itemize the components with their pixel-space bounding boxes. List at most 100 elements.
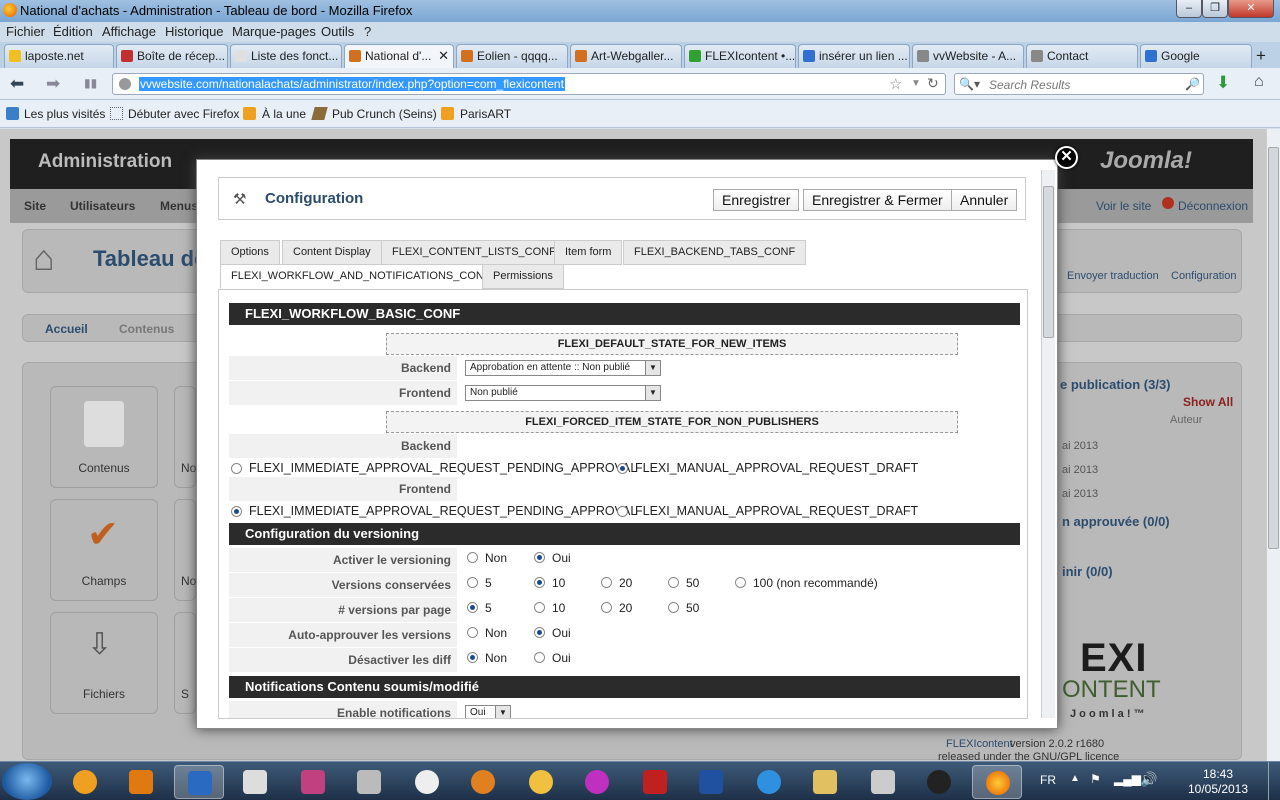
network-icon[interactable]: ▂▄▆ [1114,772,1141,786]
kept-10-radio[interactable] [534,577,545,588]
menu-outils[interactable]: Outils [321,24,354,39]
diff-oui-radio[interactable] [534,652,545,663]
word-icon[interactable] [686,765,736,799]
page-scroll-thumb[interactable] [1268,147,1279,549]
new-tab-icon[interactable]: + [1256,46,1266,66]
tab-item-form[interactable]: Item form [554,240,623,265]
browser-tab[interactable]: Eolien - qqqq... [456,44,568,68]
browser-tab[interactable]: Contact [1026,44,1138,68]
tray-arrow-icon[interactable]: ▲ [1070,773,1080,784]
versioning-oui-radio[interactable] [534,552,545,563]
menu-marque-pages[interactable]: Marque-pages [232,24,316,39]
subnav-accueil[interactable]: Accueil [45,322,88,336]
taskbar-app-icon[interactable] [458,765,508,799]
blackberry-icon[interactable] [914,765,964,799]
browser-tab[interactable]: vvWebsite - A... [912,44,1024,68]
maximize-icon[interactable]: ❐ [1202,0,1228,18]
url-bar[interactable]: vvwebsite.com/nationalachats/administrat… [112,73,946,95]
modal-scroll-thumb[interactable] [1043,186,1054,338]
kept-20-radio[interactable] [601,577,612,588]
diff-non-radio[interactable] [467,652,478,663]
reload-icon[interactable]: ↻ [927,75,939,92]
icon-champs[interactable]: ✔ Champs [50,499,158,601]
taskbar-app-icon[interactable] [344,765,394,799]
home-icon[interactable]: ⌂ [1254,73,1264,91]
start-button[interactable] [2,763,52,800]
page-scrollbar[interactable] [1266,129,1280,761]
modal-scrollbar[interactable] [1041,170,1055,718]
bookmark-star-icon[interactable]: ☆ [889,75,902,93]
forward-arrow-icon[interactable]: ➡ [46,74,60,94]
kept-50-radio[interactable] [668,577,679,588]
menu-edition[interactable]: Édition [53,24,93,39]
taskbar-app-icon[interactable] [230,765,280,799]
admin-menu-menus[interactable]: Menus [160,199,198,213]
back-arrow-icon[interactable]: ⬅ [10,74,24,94]
taskbar-app-icon[interactable] [60,765,110,799]
bookmark-parisart[interactable]: ParisART [460,107,511,121]
window-close-icon[interactable]: ✕ [1228,0,1274,18]
perpage-20-radio[interactable] [601,602,612,613]
clock[interactable]: 18:43 10/05/2013 [1172,767,1264,797]
browser-tab[interactable]: insérer un lien ... [798,44,910,68]
search-engine-icon[interactable]: 🔍▾ [959,77,980,91]
backend-manual-radio[interactable] [617,463,628,474]
backend-immediate-radio[interactable] [231,463,242,474]
autoapprove-oui-radio[interactable] [534,627,545,638]
perpage-50-radio[interactable] [668,602,679,613]
admin-menu-site[interactable]: Site [24,199,46,213]
tab-backend-tabs[interactable]: FLEXI_BACKEND_TABS_CONF [623,240,807,265]
perpage-5-radio[interactable] [467,602,478,613]
perpage-10-radio[interactable] [534,602,545,613]
url-text[interactable]: vvwebsite.com/nationalachats/administrat… [139,77,565,91]
kept-100-radio[interactable] [735,577,746,588]
bookmark-a-la-une[interactable]: À la une [262,107,306,121]
icon-contenus[interactable]: Contenus [50,386,158,488]
menu-affichage[interactable]: Affichage [102,24,156,39]
taskbar-app-icon[interactable] [116,765,166,799]
browser-tab[interactable]: National d'... ✕ [344,44,454,69]
menu-help[interactable]: ? [364,24,371,39]
minimize-icon[interactable]: – [1176,0,1202,18]
menu-historique[interactable]: Historique [165,24,224,39]
browser-tab[interactable]: Liste des fonct... [230,44,342,68]
tab-content-display[interactable]: Content Display [282,240,382,265]
show-all-link[interactable]: Show All [1183,395,1233,409]
show-desktop-button[interactable] [1268,762,1280,800]
internet-explorer-icon[interactable] [744,765,794,799]
tab-permissions[interactable]: Permissions [482,264,564,289]
save-close-button[interactable]: Enregistrer & Fermer [803,189,952,211]
flag-icon[interactable]: ⚑ [1090,772,1101,786]
view-site-link[interactable]: Voir le site [1096,199,1151,213]
volume-icon[interactable]: 🔊 [1140,771,1157,788]
send-translation-button[interactable]: Envoyer traduction [1067,270,1159,282]
frontend-state-select[interactable]: Non publié ▼ [465,385,661,401]
browser-tab[interactable]: Art-Webgaller... [570,44,682,68]
search-box[interactable]: 🔍▾ Search Results 🔎 [954,73,1204,95]
bookmark-pub-crunch[interactable]: Pub Crunch (Seins) [332,107,437,121]
cancel-button[interactable]: Annuler [951,189,1018,211]
taskbar-app-icon[interactable] [174,765,224,799]
modal-close-icon[interactable]: ✕ [1055,146,1078,169]
url-dropdown-icon[interactable]: ▼ [911,78,921,89]
download-icon[interactable]: ⬇ [1216,73,1230,93]
browser-tab[interactable]: Google [1140,44,1252,68]
logout-link[interactable]: Déconnexion [1178,199,1248,213]
site-identity-icon[interactable] [119,78,131,90]
tab-workflow-notifications[interactable]: FLEXI_WORKFLOW_AND_NOTIFICATIONS_CONF [220,264,502,289]
bookmark-most-visited[interactable]: Les plus visités [24,107,105,121]
menu-fichier[interactable]: Fichier [6,24,45,39]
admin-menu-users[interactable]: Utilisateurs [70,199,135,213]
bookmark-getting-started[interactable]: Débuter avec Firefox [128,107,239,121]
autoapprove-non-radio[interactable] [467,627,478,638]
tab-content-lists[interactable]: FLEXI_CONTENT_LISTS_CONF [381,240,567,265]
calculator-icon[interactable] [858,765,908,799]
browser-tab[interactable]: laposte.net [4,44,114,68]
firefox-taskbar-icon[interactable] [972,765,1022,799]
notifications-select[interactable]: Oui ▼ [465,705,511,718]
explorer-icon[interactable] [800,765,850,799]
configuration-button[interactable]: Configuration [1171,270,1236,282]
browser-tab[interactable]: Boîte de récep... [116,44,228,68]
tab-options[interactable]: Options [220,240,280,265]
taskbar-app-icon[interactable] [402,765,452,799]
